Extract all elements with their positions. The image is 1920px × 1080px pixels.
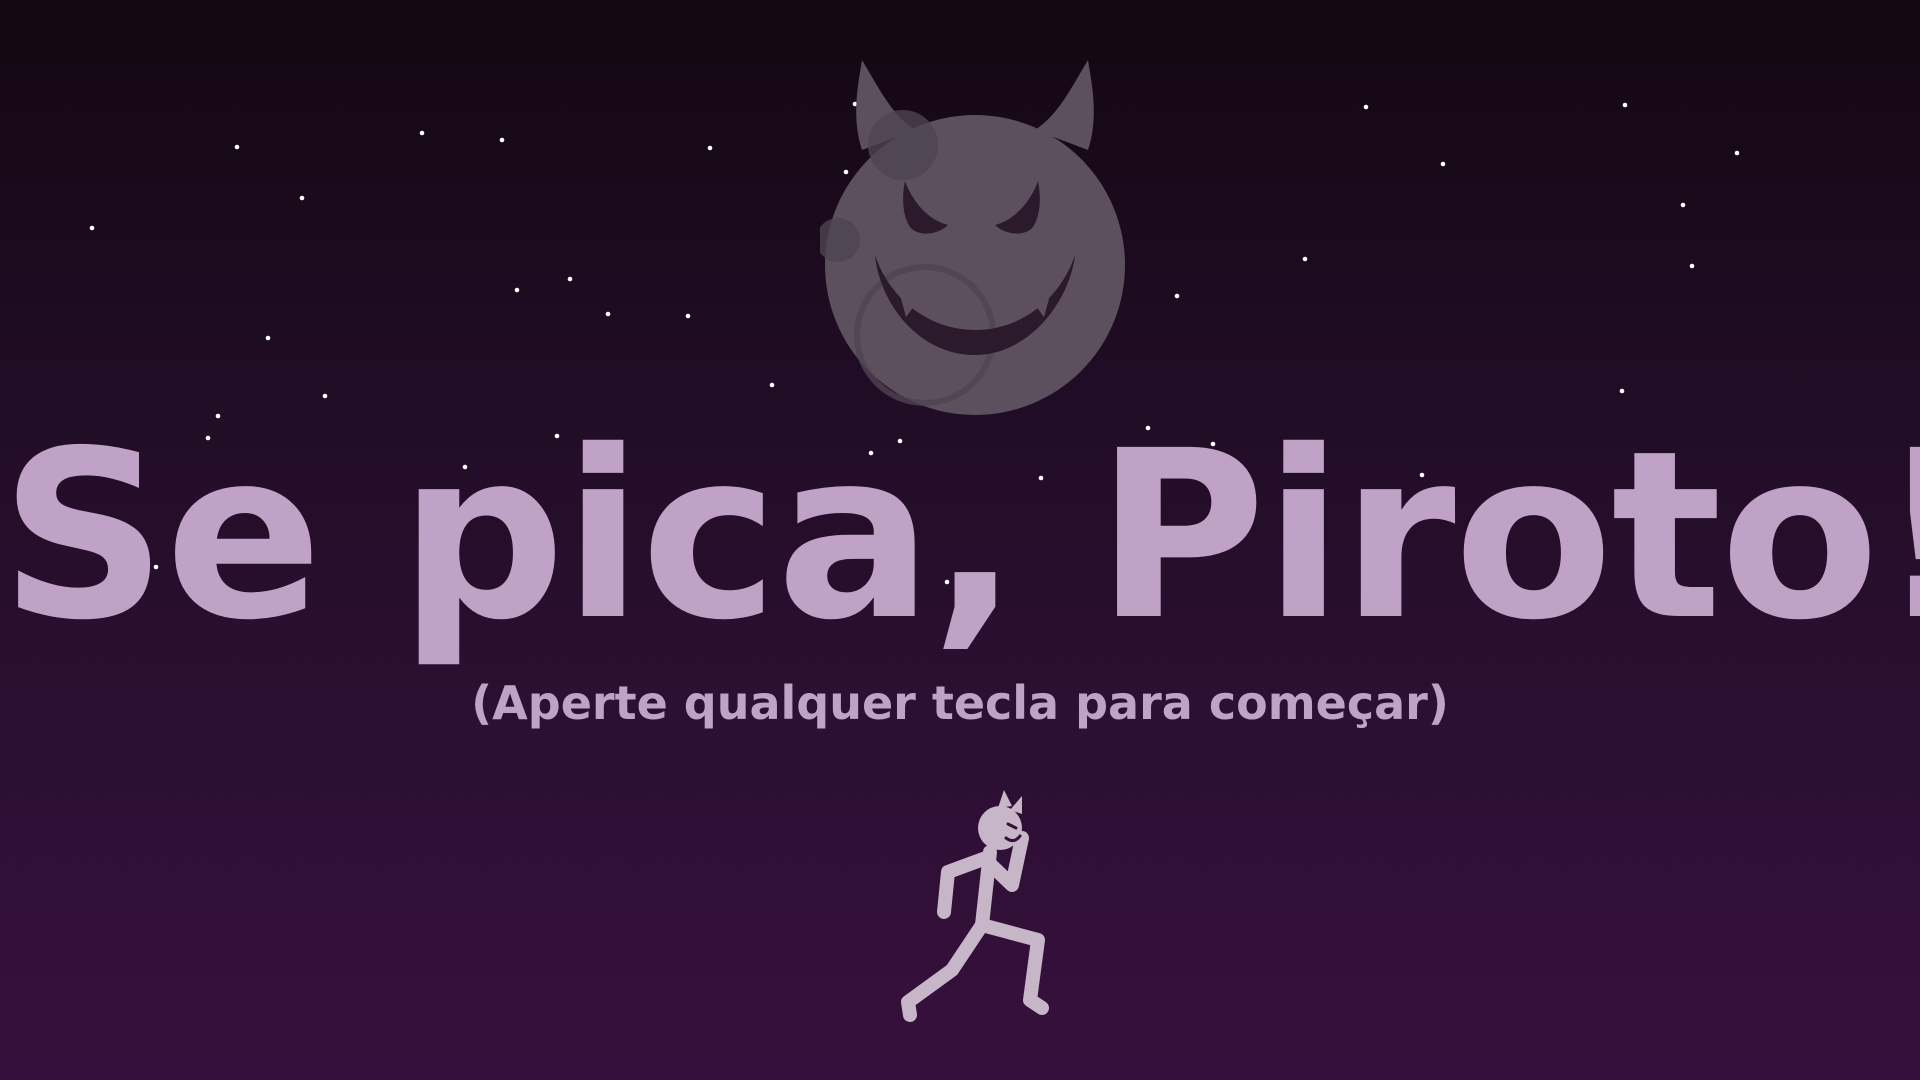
star	[1622, 102, 1628, 108]
star	[1174, 293, 1180, 299]
star	[514, 287, 520, 293]
star	[1363, 104, 1369, 110]
press-any-key-prompt[interactable]: (Aperte qualquer tecla para começar)	[0, 680, 1920, 726]
star	[1619, 388, 1625, 394]
star	[1440, 161, 1446, 167]
star	[1680, 202, 1686, 208]
star	[707, 145, 713, 151]
star	[499, 137, 505, 143]
star	[1302, 256, 1308, 262]
devil-moon-icon	[820, 60, 1125, 415]
star	[234, 144, 240, 150]
star	[769, 382, 775, 388]
star	[685, 313, 691, 319]
star	[567, 276, 573, 282]
star	[1734, 150, 1740, 156]
star	[299, 195, 305, 201]
star	[419, 130, 425, 136]
star	[89, 225, 95, 231]
star	[1689, 263, 1695, 269]
game-title: Se pica, Piroto!	[0, 401, 1920, 671]
running-devil-stickman-icon	[901, 790, 1049, 1022]
star	[605, 311, 611, 317]
star	[322, 393, 328, 399]
star	[265, 335, 271, 341]
